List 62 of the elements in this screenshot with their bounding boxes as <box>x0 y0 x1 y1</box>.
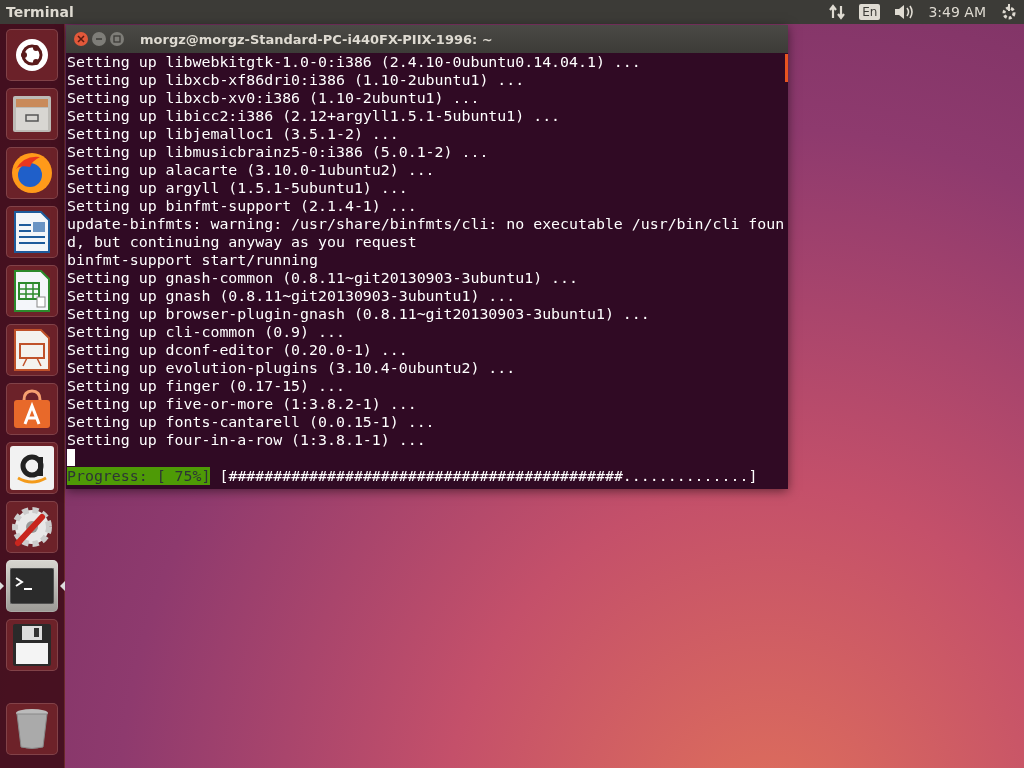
terminal-line: Setting up finger (0.17-15) ... <box>67 377 346 395</box>
maximize-button[interactable] <box>110 32 124 46</box>
maximize-icon <box>113 35 121 43</box>
minimize-button[interactable] <box>92 32 106 46</box>
terminal-line: Setting up libxcb-xf86dri0:i386 (1.10-2ubuntu1) ... <box>67 71 526 89</box>
terminal-line: Setting up alacarte (3.10.0-1ubuntu2) ... <box>67 161 436 179</box>
volume-icon[interactable] <box>894 4 915 20</box>
terminal-line: Setting up dconf-editor (0.20.0-1) ... <box>67 341 409 359</box>
close-icon <box>77 35 85 43</box>
ubuntu-logo-icon <box>15 38 49 72</box>
terminal-line: Setting up four-in-a-row (1:3.8.1-1) ... <box>67 431 427 449</box>
fox-globe-icon <box>10 151 54 195</box>
amazon-a-icon <box>10 446 54 490</box>
launcher-item[interactable] <box>6 206 58 258</box>
terminal-line: Setting up binfmt-support (2.1.4-1) ... <box>67 197 418 215</box>
progress-bar-text: [############################################..............] <box>219 467 758 485</box>
window-title: morgz@morgz-Standard-PC-i440FX-PIIX-1996: ~ <box>140 31 493 47</box>
terminal-line: Setting up evolution-plugins (3.10.4-0ubuntu2) ... <box>67 359 517 377</box>
launcher-item[interactable] <box>6 442 58 494</box>
terminal-line: Setting up libwebkitgtk-1.0-0:i386 (2.4.10-0ubuntu0.14.04.1) ... <box>67 53 642 71</box>
terminal-line: Setting up gnash-common (0.8.11~git20130903-3ubuntu1) ... <box>67 269 579 287</box>
terminal-line: Setting up five-or-more (1:3.8.2-1) ... <box>67 395 418 413</box>
minimize-icon <box>95 35 103 43</box>
progress-label: Progress: [ 75%] <box>67 467 211 485</box>
text-cursor <box>67 449 75 466</box>
text-document-icon <box>13 210 51 254</box>
terminal-line: Setting up libicc2:i386 (2.12+argyll1.5.1-5ubuntu1) ... <box>67 107 562 125</box>
clock[interactable]: 3:49 AM <box>928 4 986 20</box>
launcher-item[interactable] <box>6 29 58 81</box>
terminal-line: Setting up argyll (1.5.1-5ubuntu1) ... <box>67 179 409 197</box>
close-button[interactable] <box>74 32 88 46</box>
terminal-line: Setting up libxcb-xv0:i386 (1.10-2ubuntu1) ... <box>67 89 481 107</box>
active-indicator-icon <box>0 581 4 591</box>
gear-wrench-icon <box>10 505 54 549</box>
launcher-item[interactable] <box>6 501 58 553</box>
terminal-line: Setting up libjemalloc1 (3.5.1-2) ... <box>67 125 400 143</box>
terminal-icon <box>10 568 54 604</box>
presentation-icon <box>13 328 51 372</box>
active-indicator-icon <box>60 581 65 591</box>
launcher-item[interactable] <box>6 265 58 317</box>
file-cabinet-icon <box>12 95 52 133</box>
launcher-item[interactable] <box>6 324 58 376</box>
terminal-line: Setting up fonts-cantarell (0.0.15-1) ... <box>67 413 436 431</box>
terminal-line: d, but continuing anyway as you request <box>67 233 418 251</box>
terminal-line: Setting up libmusicbrainz5-0:i386 (5.0.1-2) ... <box>67 143 490 161</box>
keyboard-layout-indicator[interactable]: En <box>859 4 881 20</box>
app-title: Terminal <box>6 4 75 20</box>
terminal-line: Setting up browser-plugin-gnash (0.8.11~git20130903-3ubuntu1) ... <box>67 305 651 323</box>
trash-can-icon <box>14 708 50 750</box>
launcher-item[interactable] <box>6 383 58 435</box>
network-arrows-icon[interactable] <box>829 4 846 20</box>
shopping-bag-icon <box>12 388 52 430</box>
terminal-line: Setting up gnash (0.8.11~git20130903-3ubuntu1) ... <box>67 287 517 305</box>
terminal-line: binfmt-support start/running <box>67 251 320 269</box>
terminal-line: update-binfmts: warning: /usr/share/binfmts/cli: no executable /usr/bin/cli foun <box>67 215 785 233</box>
spreadsheet-icon <box>13 269 51 313</box>
launcher-item[interactable] <box>6 703 58 755</box>
settings-icon[interactable] <box>1000 3 1018 21</box>
launcher-item[interactable] <box>6 619 58 671</box>
terminal-line: Setting up cli-common (0.9) ... <box>67 323 346 341</box>
launcher-item[interactable] <box>6 88 58 140</box>
scrollbar-thumb[interactable] <box>785 54 788 82</box>
